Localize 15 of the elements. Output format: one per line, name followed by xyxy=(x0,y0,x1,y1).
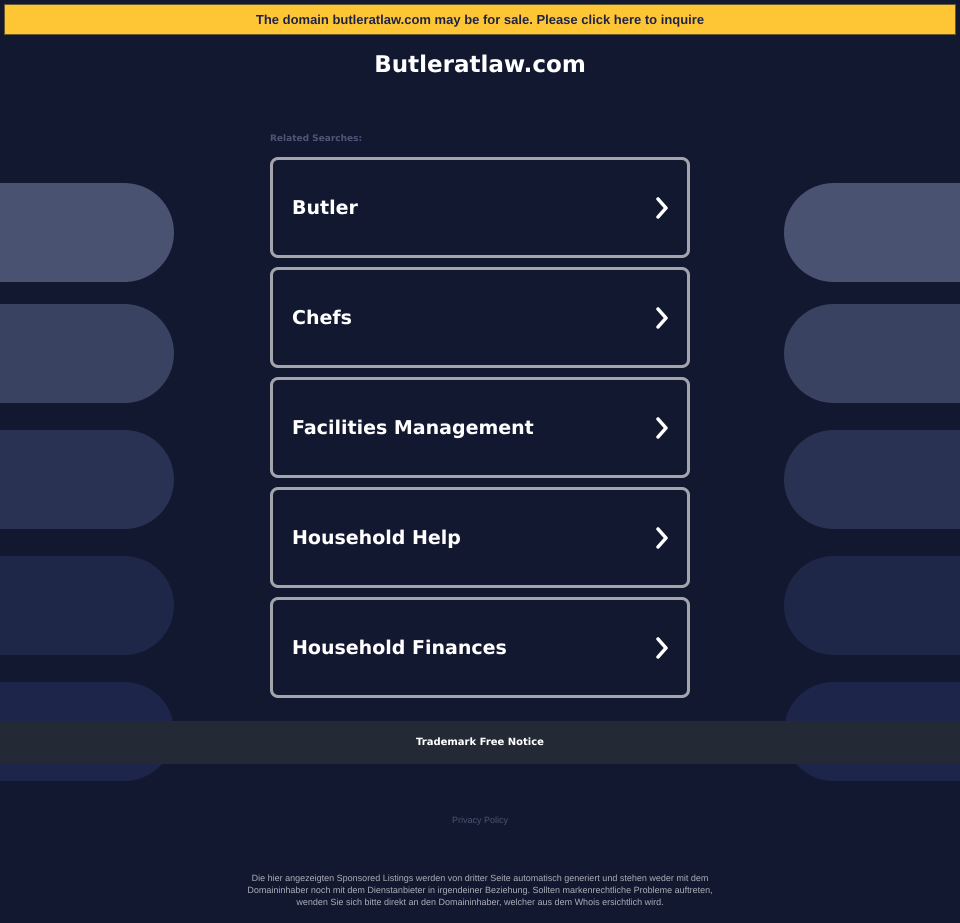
chevron-right-icon xyxy=(655,306,669,328)
disclaimer-text: Die hier angezeigten Sponsored Listings werden von dritter Seite automatisch generiert und stehen weder mit dem Domaininhaber noch mit dem Dienstanbieter in irgendeiner Beziehung. Sollten markenrechtliche Probleme auftreten, wenden Sie sich bitte direkt an den Domaininhaber, welcher aus dem Whois ersichtlich wird. xyxy=(246,872,714,908)
chevron-right-icon xyxy=(655,526,669,548)
chevron-right-icon xyxy=(655,636,669,658)
trademark-notice-link[interactable]: Trademark Free Notice xyxy=(416,737,544,748)
chevron-right-icon xyxy=(655,196,669,218)
search-link-card[interactable]: Butler xyxy=(270,157,690,258)
sale-banner-link[interactable]: The domain butleratlaw.com may be for sale. Please click here to inquire xyxy=(4,4,956,35)
section-heading: Related Searches: xyxy=(270,133,364,145)
search-link-card[interactable]: Household Finances xyxy=(270,597,690,698)
site-title: Butleratlaw.com xyxy=(374,51,586,79)
search-link-card[interactable]: Household Help xyxy=(270,487,690,588)
chevron-right-icon xyxy=(655,416,669,438)
search-link-card[interactable]: Chefs xyxy=(270,267,690,368)
search-link-card[interactable]: Facilities Management xyxy=(270,377,690,478)
